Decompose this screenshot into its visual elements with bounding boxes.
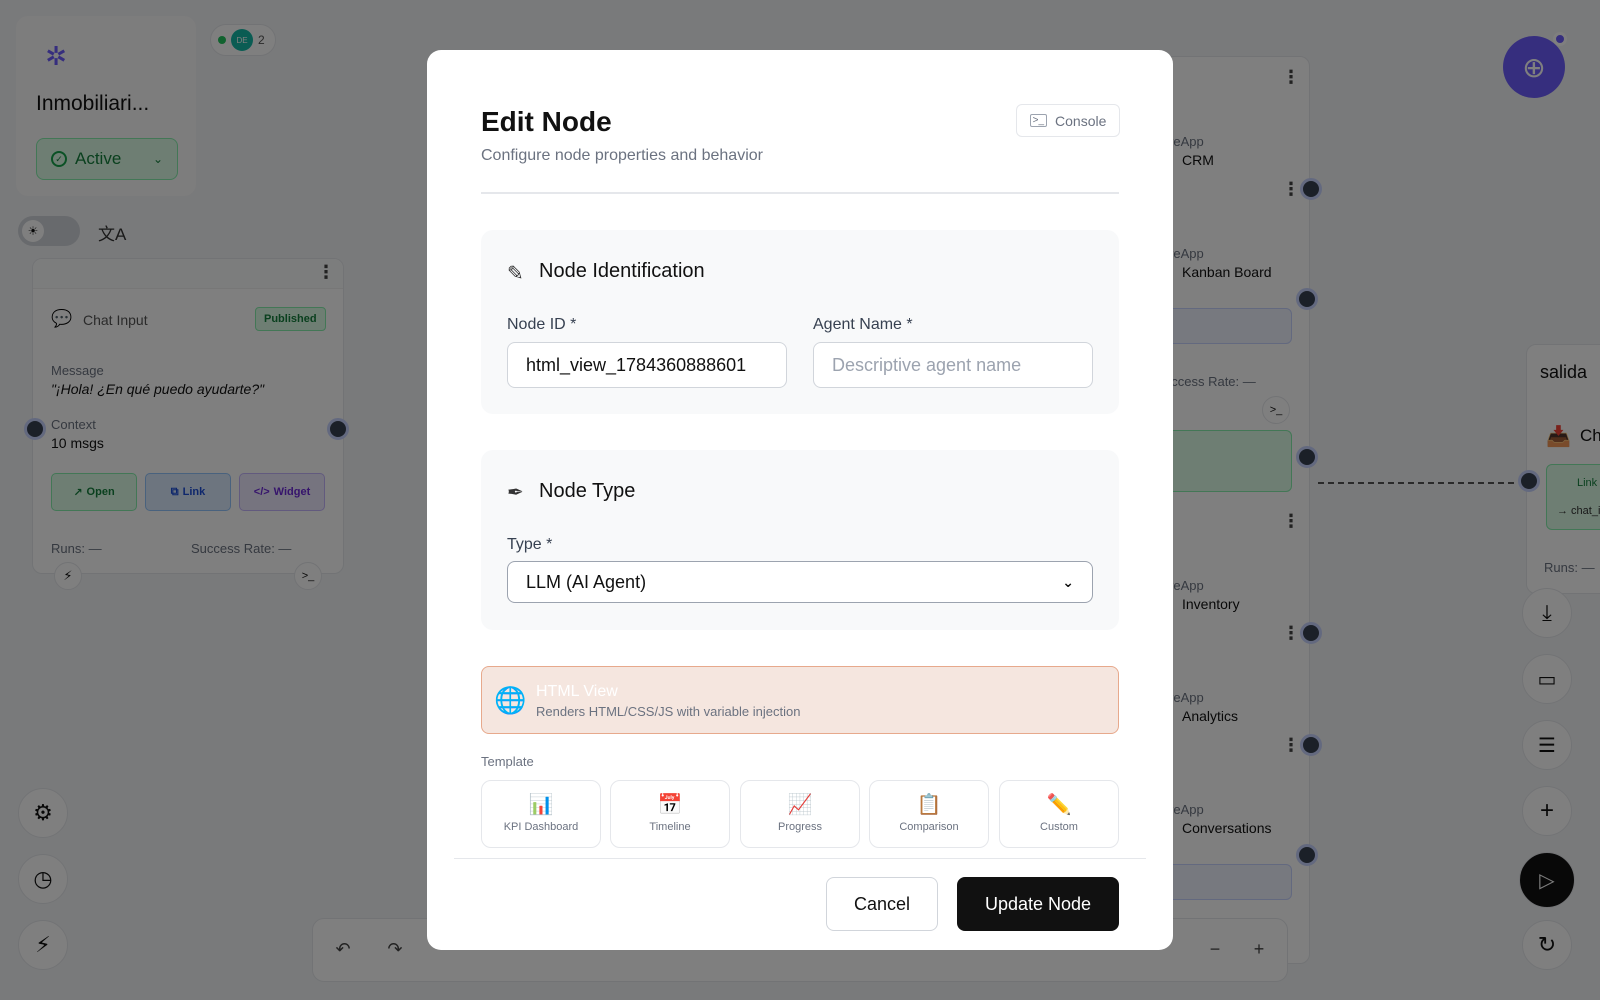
template-timeline[interactable]: 📅 Timeline	[610, 780, 730, 848]
node-identification-section: ✎ Node Identification Node ID * html_vie…	[481, 230, 1119, 414]
cancel-button[interactable]: Cancel	[826, 877, 938, 931]
template-kpi-dashboard[interactable]: 📊 KPI Dashboard	[481, 780, 601, 848]
bar-chart-icon: 📊	[528, 794, 554, 816]
html-view-title: HTML View	[536, 683, 618, 700]
calendar-icon: 📅	[657, 794, 683, 816]
node-type-section: ✒ Node Type Type * LLM (AI Agent) ⌄	[481, 450, 1119, 630]
template-custom[interactable]: ✏️ Custom	[999, 780, 1119, 848]
agent-name-input[interactable]: Descriptive agent name	[813, 342, 1093, 388]
header-divider	[481, 192, 1119, 194]
type-label: Type *	[507, 536, 553, 553]
edit-node-modal: Edit Node Configure node properties and …	[427, 50, 1173, 950]
template-label: Template	[481, 754, 534, 769]
pencil-icon: ✏️	[1046, 794, 1072, 816]
modal-title: Edit Node	[481, 106, 612, 137]
agent-name-label: Agent Name *	[813, 316, 913, 333]
update-node-button[interactable]: Update Node	[957, 877, 1119, 931]
template-options: 📊 KPI Dashboard 📅 Timeline 📈 Progress 📋 …	[481, 780, 1119, 848]
type-select[interactable]: LLM (AI Agent) ⌄	[507, 561, 1093, 603]
clipboard-icon: 📋	[916, 794, 942, 816]
line-chart-icon: 📈	[787, 794, 813, 816]
terminal-icon: >_	[1029, 114, 1048, 127]
console-button[interactable]: >_ Console	[1016, 104, 1120, 137]
template-progress[interactable]: 📈 Progress	[740, 780, 860, 848]
edit-icon: ✎	[507, 263, 524, 285]
template-comparison[interactable]: 📋 Comparison	[869, 780, 989, 848]
html-view-description: Renders HTML/CSS/JS with variable inject…	[536, 704, 801, 719]
modal-subtitle: Configure node properties and behavior	[481, 147, 763, 164]
feather-icon: ✒	[507, 482, 524, 504]
modal-footer: Cancel Update Node	[454, 858, 1146, 950]
section-title: Node Identification	[539, 260, 705, 282]
node-id-label: Node ID *	[507, 316, 577, 333]
node-id-input[interactable]: html_view_1784360888601	[507, 342, 787, 388]
globe-icon: 🌐	[494, 685, 527, 715]
chevron-down-icon: ⌄	[1062, 573, 1074, 590]
section-title: Node Type	[539, 480, 636, 502]
html-view-banner: 🌐 HTML View Renders HTML/CSS/JS with var…	[481, 666, 1119, 734]
